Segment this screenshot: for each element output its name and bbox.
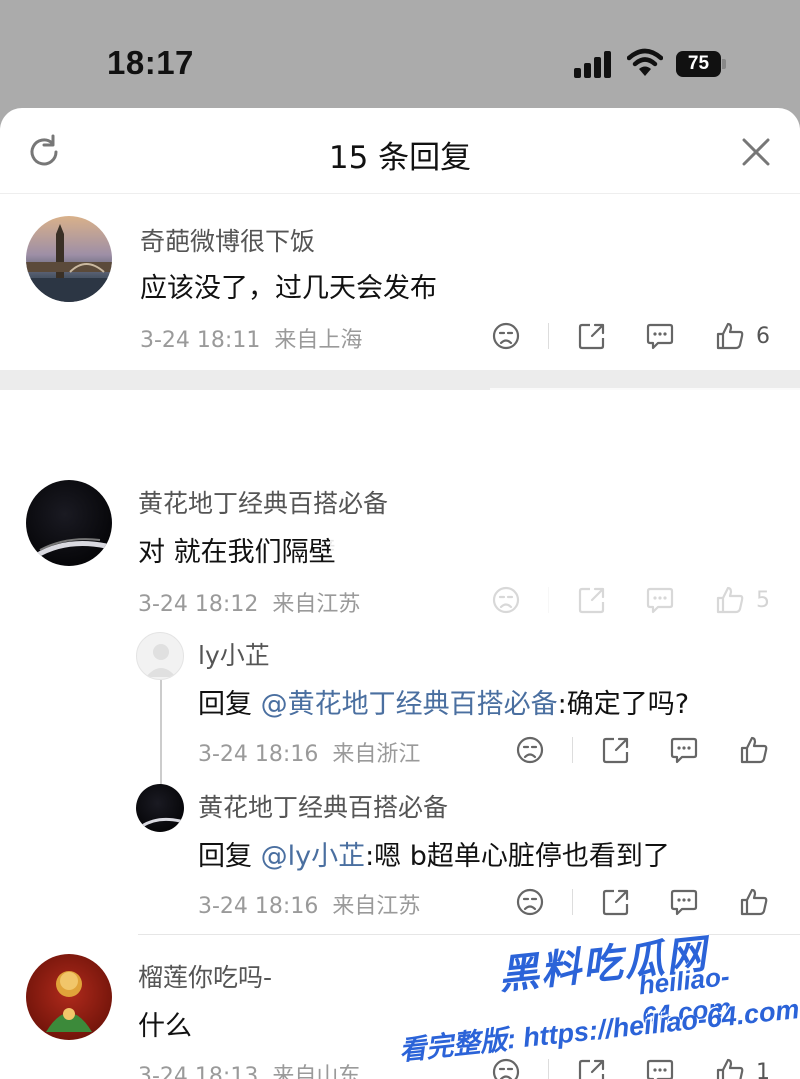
like-icon[interactable] — [714, 1056, 746, 1079]
share-icon[interactable] — [600, 886, 632, 918]
comment-icon[interactable] — [644, 1056, 676, 1079]
comment-icon[interactable] — [668, 734, 700, 766]
status-time: 18:17 — [107, 44, 194, 81]
comment-author[interactable]: 奇葩微博很下饭 — [140, 222, 315, 258]
avatar[interactable] — [26, 954, 112, 1040]
like-count: 1 — [756, 1060, 770, 1079]
comment-time: 3-24 18:11 来自上海 — [140, 328, 363, 353]
status-bar: 18:17 75 — [0, 0, 800, 108]
avatar[interactable] — [136, 784, 184, 832]
battery-level: 75 — [676, 51, 721, 77]
reply-time: 3-24 18:16 来自江苏 — [198, 894, 421, 919]
dislike-icon[interactable] — [490, 1056, 522, 1079]
reply-thread-line — [160, 680, 162, 798]
sheet-header: 15 条回复 — [0, 108, 800, 194]
sheet-title: 15 条回复 — [328, 140, 472, 176]
comment-text: 什么 — [138, 1011, 192, 1042]
dislike-icon[interactable] — [490, 320, 522, 352]
comment-author[interactable]: 黄花地丁经典百搭必备 — [138, 484, 388, 520]
reply-author[interactable]: 黄花地丁经典百搭必备 — [198, 788, 448, 824]
comment-text: 应该没了，过几天会发布 — [140, 273, 437, 304]
comment-text: 对 就在我们隔壁 — [138, 537, 336, 568]
blurred-overlay — [330, 520, 470, 556]
share-icon[interactable] — [576, 1056, 608, 1079]
dislike-icon[interactable] — [514, 886, 546, 918]
like-icon[interactable] — [714, 320, 746, 352]
comment-icon[interactable] — [644, 320, 676, 352]
battery-icon: 75 — [676, 51, 726, 77]
avatar[interactable] — [136, 632, 184, 680]
dislike-icon[interactable] — [514, 734, 546, 766]
reply-text: 回复 @黄花地丁经典百搭必备:确定了吗? — [198, 689, 690, 720]
comment-author[interactable]: 榴莲你吃吗- — [138, 958, 272, 994]
comment-icon[interactable] — [668, 886, 700, 918]
reply-author[interactable]: ly小芷 — [198, 636, 270, 672]
comment-time: 3-24 18:12 来自江苏 — [138, 592, 361, 617]
avatar[interactable] — [26, 216, 112, 302]
cellular-signal-icon — [574, 50, 614, 78]
like-count: 6 — [756, 324, 770, 349]
wifi-icon — [626, 48, 664, 78]
like-icon[interactable] — [738, 886, 770, 918]
like-icon[interactable] — [738, 734, 770, 766]
replies-sheet: 15 条回复 奇葩微博很下饭 应该没了，过几天会发布 3-24 18:11 来自… — [0, 108, 800, 1079]
blurred-overlay — [490, 388, 800, 668]
close-icon[interactable] — [738, 134, 774, 170]
reply-time: 3-24 18:16 来自浙江 — [198, 742, 421, 767]
section-divider — [0, 370, 800, 390]
reply-text: 回复 @ly小芷:嗯 b超单心脏停也看到了 — [198, 841, 670, 872]
share-icon[interactable] — [600, 734, 632, 766]
comment-time: 3-24 18:13 来自山东 — [138, 1064, 361, 1079]
share-icon[interactable] — [576, 320, 608, 352]
mention-link[interactable]: @ly小芷 — [261, 841, 365, 872]
avatar[interactable] — [26, 480, 112, 566]
mention-link[interactable]: @黄花地丁经典百搭必备 — [261, 689, 558, 720]
